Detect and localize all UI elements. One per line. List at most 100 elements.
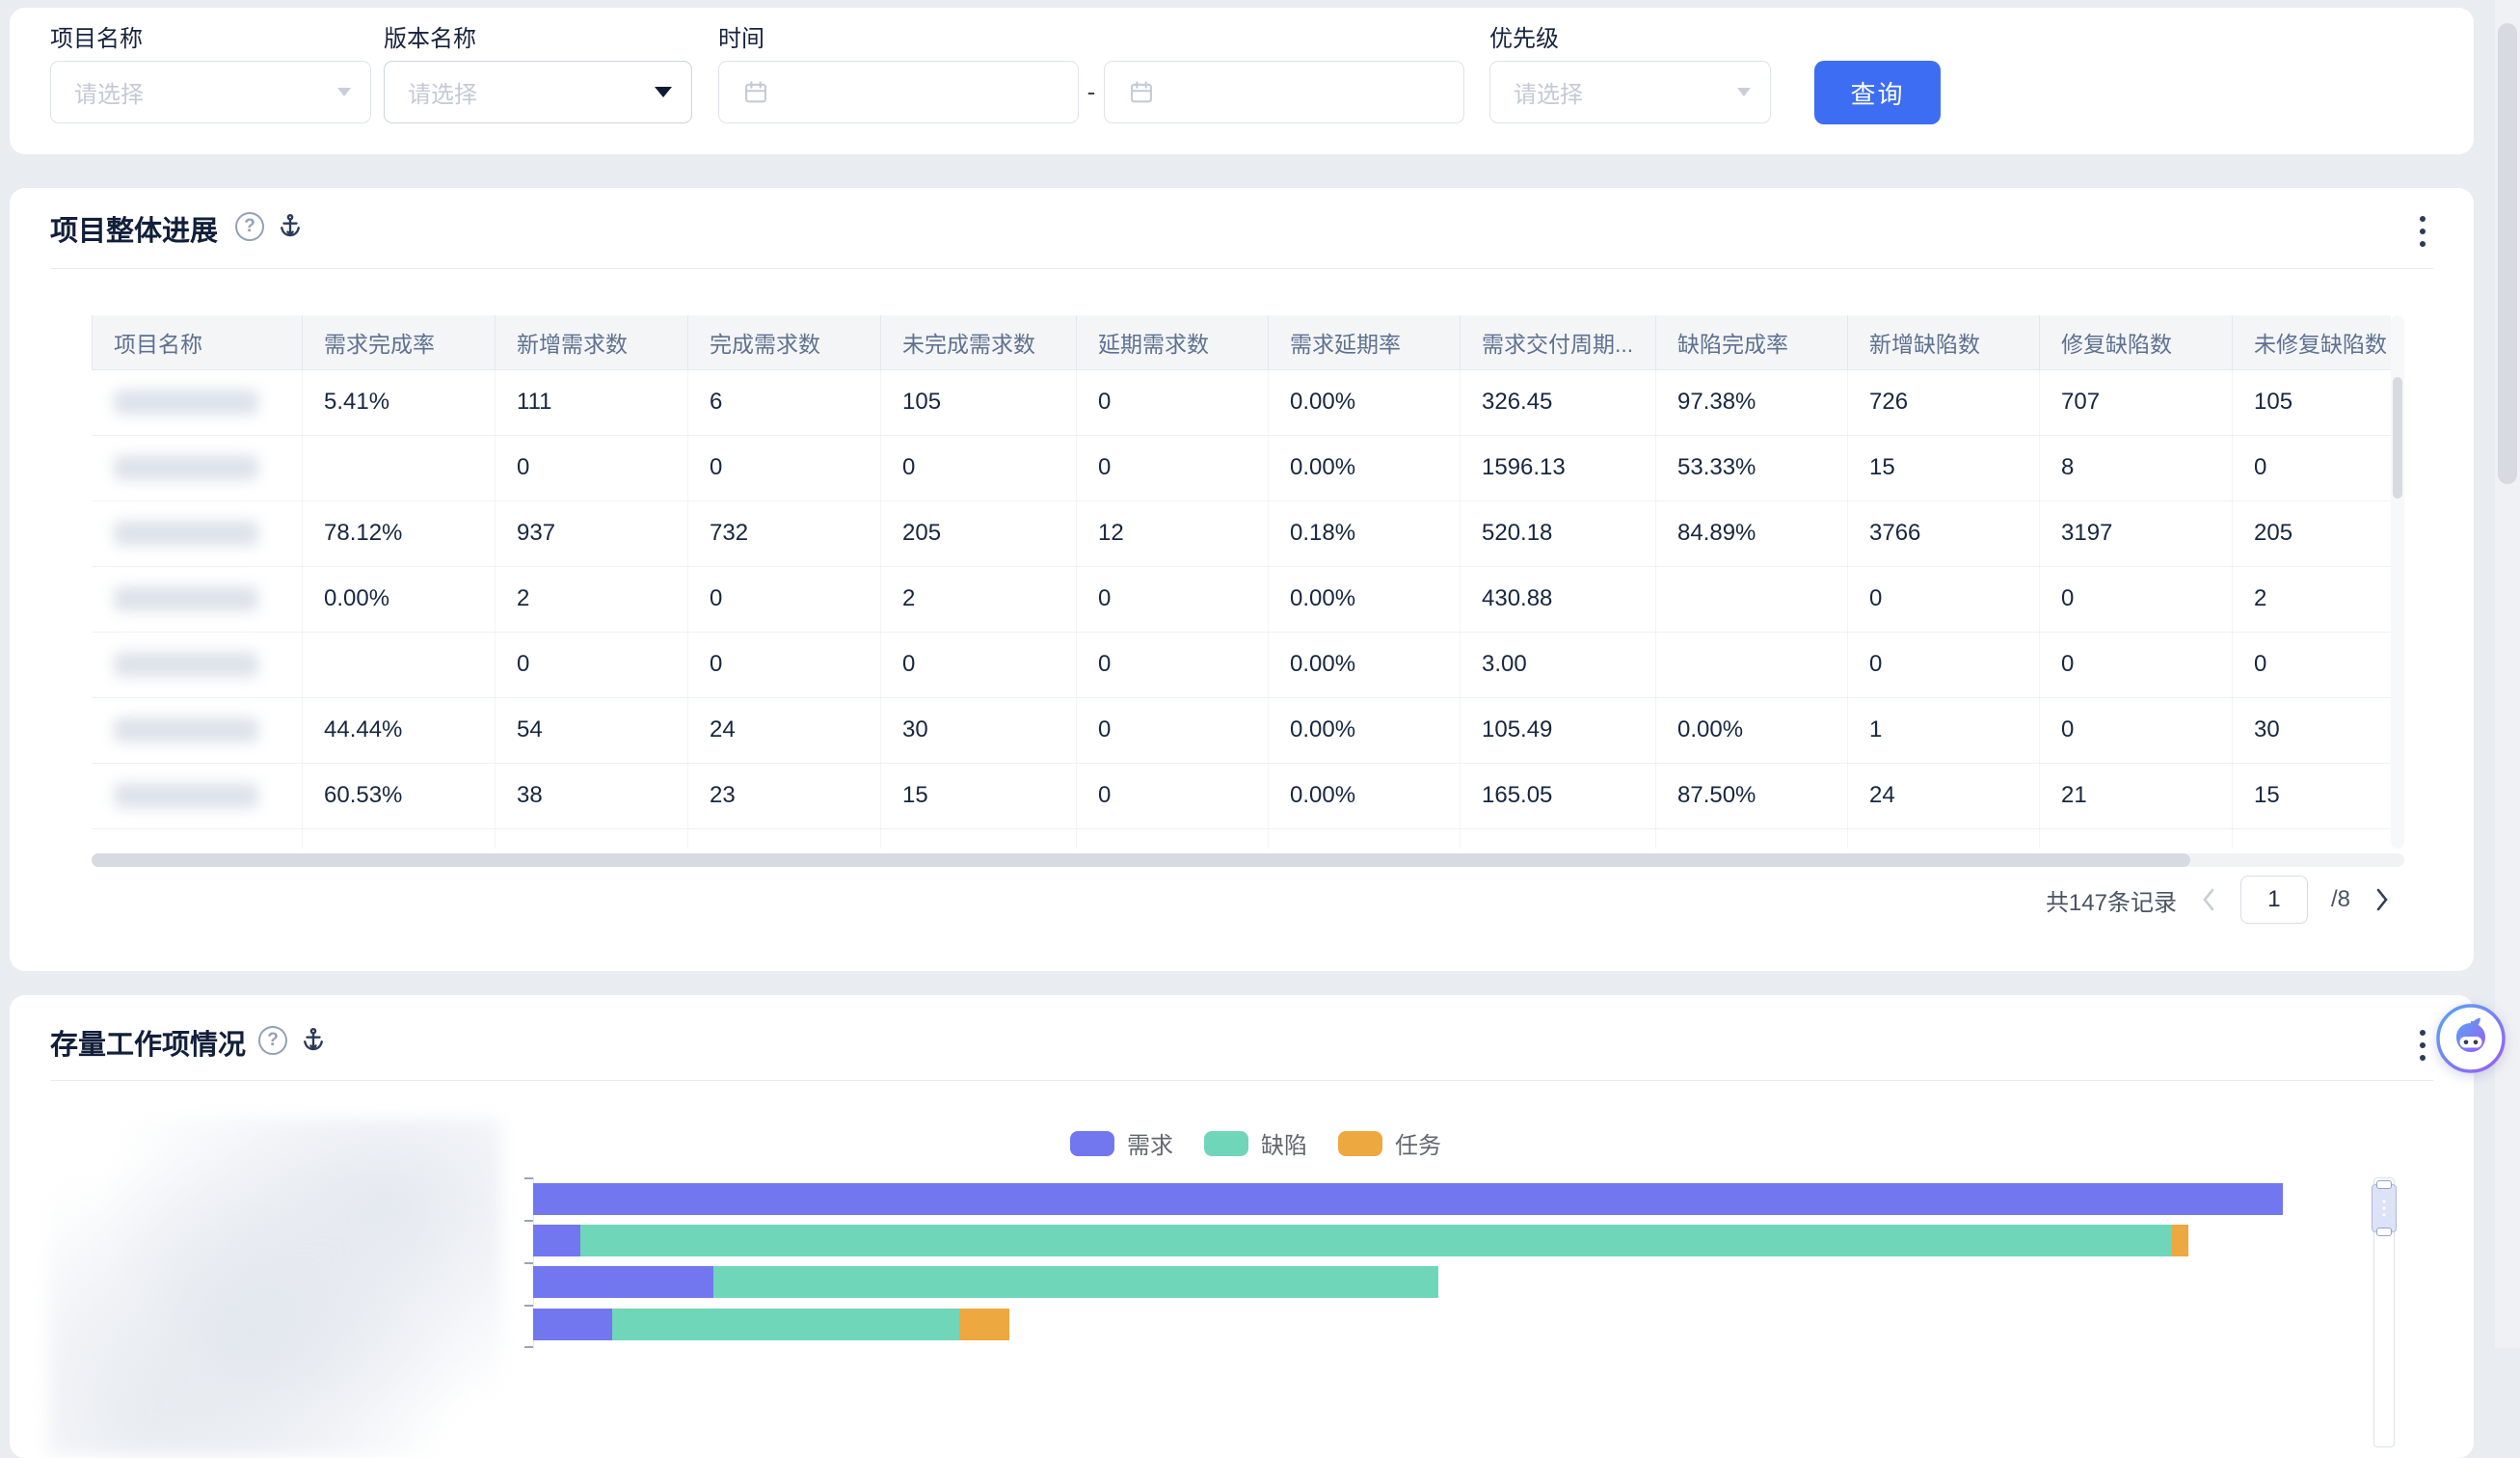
calendar-icon [742, 79, 769, 106]
bar-row [533, 1183, 2283, 1215]
table-cell: 15 [1848, 435, 2040, 500]
table-cell: 6 [688, 369, 881, 435]
project-name-label: 项目名称 [50, 19, 143, 53]
version-select-placeholder: 请选择 [408, 75, 477, 109]
date-start-input[interactable] [718, 61, 1079, 123]
help-icon[interactable]: ? [235, 212, 264, 241]
legend-label: 任务 [1395, 1126, 1441, 1160]
datazoom-window[interactable] [2372, 1184, 2397, 1232]
bar-segment-需求[interactable] [533, 1309, 612, 1340]
chevron-down-icon [1737, 88, 1751, 96]
table-cell: 0 [1077, 369, 1269, 435]
table-cell: 38 [496, 763, 688, 828]
table-cell: 0 [1077, 566, 1269, 632]
project-name-cell-blurred [93, 697, 303, 763]
table-cell: 2 [2233, 566, 2392, 632]
table-cell: 1 [1848, 697, 2040, 763]
chevron-down-icon [337, 88, 351, 96]
column-header: 缺陷完成率 [1656, 315, 1848, 369]
column-header: 修复缺陷数 [2040, 315, 2233, 369]
table-cell: 84.89% [1656, 500, 1848, 566]
page-scrollbar-thumb[interactable] [2498, 23, 2517, 484]
table-cell: 0.00% [1269, 763, 1461, 828]
table-cell: 0 [2233, 435, 2392, 500]
table-cell: 732 [688, 500, 881, 566]
anchor-icon[interactable] [299, 1026, 328, 1055]
table-cell: 430.88 [1461, 566, 1656, 632]
table-cell [93, 828, 303, 849]
blurred-text [114, 783, 258, 808]
table-cell [303, 828, 496, 849]
table-horizontal-scrollbar-thumb[interactable] [92, 853, 2190, 867]
table-cell [1656, 828, 1848, 849]
table-cell: 53.33% [1656, 435, 1848, 500]
bar-segment-缺陷[interactable] [612, 1309, 959, 1340]
bar-segment-需求[interactable] [533, 1225, 580, 1256]
project-select[interactable]: 请选择 [50, 61, 371, 123]
table-cell: 30 [2233, 697, 2392, 763]
table-row: 60.53%38231500.00%165.0587.50%242115 [93, 763, 2392, 828]
axis-tick [524, 1262, 533, 1264]
table-row: 0.00%20200.00%430.88002 [93, 566, 2392, 632]
card-title: 项目整体进展 [50, 208, 218, 249]
table-vertical-scrollbar-thumb[interactable] [2393, 377, 2402, 499]
anchor-icon[interactable] [276, 212, 305, 241]
search-button[interactable]: 查询 [1814, 61, 1941, 124]
table-cell [1077, 828, 1269, 849]
next-page-button[interactable] [2373, 886, 2391, 913]
blurred-text [114, 390, 258, 415]
table-cell: 0 [1077, 435, 1269, 500]
legend-swatch [1204, 1131, 1248, 1156]
table-cell: 520.18 [1461, 500, 1656, 566]
bar-segment-缺陷[interactable] [713, 1266, 1438, 1298]
version-select[interactable]: 请选择 [384, 61, 692, 123]
column-header: 未修复缺陷数 [2233, 315, 2392, 369]
legend-item[interactable]: 需求 [1070, 1126, 1173, 1160]
assistant-robot-button[interactable] [2434, 1002, 2507, 1075]
time-label: 时间 [718, 19, 764, 53]
table-cell: 0.00% [1269, 697, 1461, 763]
page-input[interactable]: 1 [2240, 876, 2308, 924]
table-cell: 0.00% [1269, 369, 1461, 435]
table-cell [303, 632, 496, 697]
project-name-cell-blurred [93, 632, 303, 697]
bar-segment-任务[interactable] [2172, 1225, 2188, 1256]
table-cell: 15 [2233, 763, 2392, 828]
table-cell: 0 [1077, 632, 1269, 697]
table-cell: 60.53% [303, 763, 496, 828]
date-end-input[interactable] [1104, 61, 1464, 123]
legend-item[interactable]: 缺陷 [1204, 1126, 1307, 1160]
table-cell: 12 [1077, 500, 1269, 566]
chart-legend: 需求缺陷 任务 [1070, 1126, 1441, 1160]
table-body: 5.41%111610500.00%326.4597.38%7267071050… [93, 369, 2392, 849]
bar-segment-需求[interactable] [533, 1183, 2283, 1215]
pagination: 共147条记录 1 /8 [2046, 875, 2391, 925]
blurred-text [114, 717, 258, 742]
bar-segment-任务[interactable] [959, 1309, 1009, 1340]
table-cell: 15 [881, 763, 1077, 828]
table-cell: 726 [1848, 369, 2040, 435]
table-cell: 0.18% [1269, 500, 1461, 566]
card-menu-kebab-icon[interactable] [2416, 1026, 2429, 1065]
table-cell: 97.38% [1656, 369, 1848, 435]
priority-select[interactable]: 请选择 [1489, 61, 1771, 123]
bar-segment-缺陷[interactable] [580, 1225, 2172, 1256]
datazoom-handle-bottom[interactable] [2376, 1228, 2392, 1236]
version-name-label: 版本名称 [384, 19, 476, 53]
project-name-cell-blurred [93, 763, 303, 828]
table-cell: 0.00% [1269, 632, 1461, 697]
legend-item[interactable]: 任务 [1338, 1126, 1441, 1160]
bar-segment-需求[interactable] [533, 1266, 713, 1298]
table-cell: 1596.13 [1461, 435, 1656, 500]
legend-swatch [1070, 1131, 1114, 1156]
progress-table: 项目名称需求完成率新增需求数完成需求数未完成需求数延期需求数需求延期率需求交付周… [92, 315, 2391, 849]
datazoom-handle-top[interactable] [2376, 1180, 2392, 1189]
table-cell: 105 [2233, 369, 2392, 435]
help-icon[interactable]: ? [258, 1026, 287, 1055]
table-row: 00000.00%3.00000 [93, 632, 2392, 697]
table-cell: 0 [2040, 566, 2233, 632]
prev-page-button[interactable] [2200, 886, 2217, 913]
table-cell: 0 [1848, 632, 2040, 697]
table-row-cutoff [93, 828, 2392, 849]
card-menu-kebab-icon[interactable] [2416, 212, 2429, 251]
